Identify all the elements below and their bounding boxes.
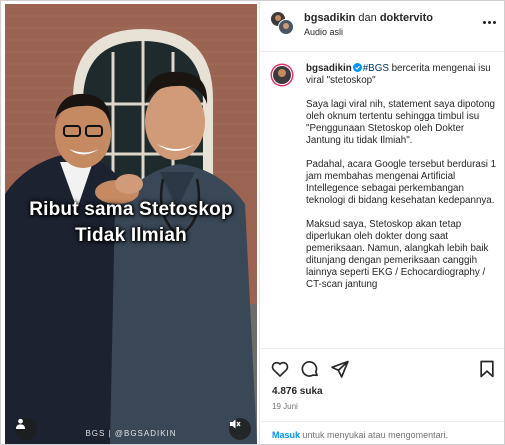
action-bar bbox=[260, 348, 504, 385]
more-icon bbox=[482, 20, 486, 24]
caption-paragraph: Saya lagi viral nih, statement saya dipo… bbox=[306, 99, 495, 146]
mute-icon bbox=[230, 419, 241, 429]
post-details-panel: bgsadikin dan doktervito Audio asli bgsa… bbox=[259, 1, 504, 444]
share-icon[interactable] bbox=[330, 359, 350, 379]
mute-button[interactable] bbox=[229, 418, 251, 440]
like-count[interactable]: 4.876 suka bbox=[272, 386, 323, 397]
login-prompt: Masuk untuk menyukai atau mengomentari. bbox=[260, 421, 504, 444]
heart-icon[interactable] bbox=[270, 359, 290, 379]
verified-icon bbox=[352, 63, 362, 72]
caption-author-avatar[interactable] bbox=[270, 63, 294, 87]
comment-icon[interactable] bbox=[300, 359, 320, 379]
author-link-bgsadikin[interactable]: bgsadikin bbox=[304, 12, 355, 24]
authors-connector: dan bbox=[355, 12, 380, 24]
login-link[interactable]: Masuk bbox=[272, 430, 300, 440]
caption-text: bgsadikin #BGS bercerita mengenai isu vir… bbox=[306, 63, 498, 303]
caption-username[interactable]: bgsadikin bbox=[306, 63, 352, 74]
post-video[interactable]: Ribut sama Stetoskop Tidak Ilmiah BGS | … bbox=[5, 4, 257, 444]
video-overlay-title-line2: Tidak Ilmiah bbox=[75, 225, 187, 246]
more-icon-dot bbox=[492, 20, 496, 24]
post-date[interactable]: 19 Juni bbox=[272, 402, 298, 411]
video-overlay-title-line1: Ribut sama Stetoskop bbox=[29, 199, 233, 220]
user-tag-icon bbox=[15, 418, 26, 429]
caption-area: bgsadikin #BGS bercerita mengenai isu vir… bbox=[260, 52, 504, 348]
collab-avatars[interactable] bbox=[270, 11, 294, 35]
instagram-post-window: Ribut sama Stetoskop Tidak Ilmiah BGS | … bbox=[0, 0, 505, 445]
more-icon-dot bbox=[487, 20, 491, 24]
tagged-users-button[interactable] bbox=[15, 418, 37, 440]
login-prompt-text: Masuk untuk menyukai atau mengomentari. bbox=[272, 430, 448, 440]
video-watermark: BGS | @BGSADIKIN bbox=[85, 429, 177, 438]
bookmark-icon[interactable] bbox=[477, 359, 497, 379]
more-options-button[interactable] bbox=[480, 15, 498, 29]
post-header: bgsadikin dan doktervito Audio asli bbox=[260, 1, 504, 52]
caption-paragraph: Maksud saya, Stetoskop akan tetap diperl… bbox=[306, 219, 489, 290]
post-authors: bgsadikin dan doktervito bbox=[304, 12, 433, 24]
audio-link[interactable]: Audio asli bbox=[304, 27, 343, 37]
login-prompt-rest: untuk menyukai atau mengomentari. bbox=[300, 430, 449, 440]
author-link-doktervito[interactable]: doktervito bbox=[380, 12, 433, 24]
caption-intro: bgsadikin #BGS bercerita mengenai isu vir… bbox=[306, 63, 498, 87]
hashtag-link[interactable]: #BGS bbox=[363, 63, 389, 74]
caption-paragraph: Padahal, acara Google tersebut berdurasi… bbox=[306, 159, 497, 206]
